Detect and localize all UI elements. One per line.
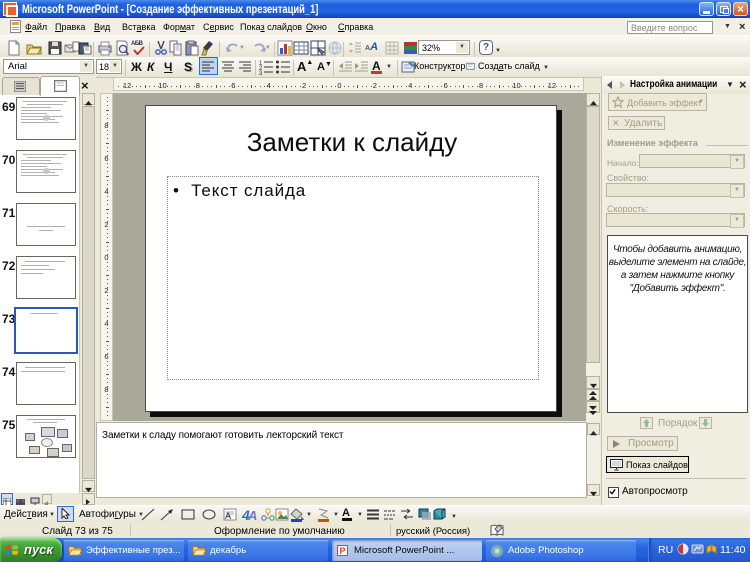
svg-text:A: A (247, 508, 257, 522)
svg-text:3: 3 (259, 71, 263, 75)
svg-text:A: A (225, 511, 231, 521)
